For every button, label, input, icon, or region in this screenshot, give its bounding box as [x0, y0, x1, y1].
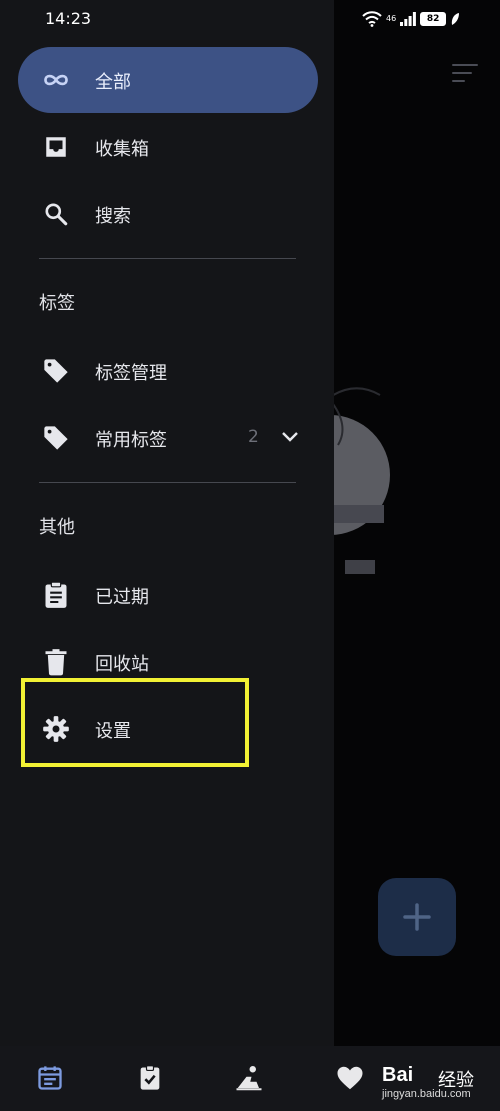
navigation-drawer: 全部 收集箱 搜索 标签 标签管理 常用标签 2 其他 已过期 回收站 设置 — [0, 0, 334, 1046]
tag-icon — [42, 357, 70, 385]
drawer-item-label: 搜索 — [95, 206, 131, 227]
battery-level: 82 — [420, 12, 447, 26]
add-button[interactable] — [378, 878, 456, 956]
nav-calendar[interactable] — [34, 1062, 66, 1094]
drawer-item-frequent-tags[interactable]: 常用标签 2 — [18, 405, 318, 471]
chevron-down-icon[interactable] — [280, 427, 300, 447]
drawer-item-search[interactable]: 搜索 — [18, 181, 318, 247]
nav-tasks[interactable] — [134, 1062, 166, 1094]
infinity-icon — [42, 66, 70, 94]
baidu-watermark: Bai 经验 jingyan.baidu.com — [382, 1058, 500, 1104]
section-header-tags: 标签 — [39, 293, 75, 314]
drawer-item-label: 已过期 — [95, 587, 149, 608]
meditation-icon — [236, 1066, 262, 1091]
divider — [39, 258, 296, 259]
nav-focus[interactable] — [233, 1062, 265, 1094]
drawer-item-expired[interactable]: 已过期 — [18, 562, 318, 628]
drawer-item-label: 标签管理 — [95, 363, 167, 384]
plus-icon — [403, 903, 431, 931]
drawer-item-tag-management[interactable]: 标签管理 — [18, 338, 318, 404]
search-icon — [42, 200, 70, 228]
status-icons: 46 82 — [362, 8, 460, 30]
filter-sort-icon[interactable] — [452, 64, 480, 86]
section-header-other: 其他 — [39, 517, 75, 538]
task-check-icon — [140, 1065, 160, 1090]
drawer-item-label: 收集箱 — [95, 139, 149, 160]
status-bar: 14:23 46 82 — [0, 0, 500, 38]
signal-icon — [400, 12, 417, 26]
nav-favorites[interactable] — [334, 1062, 366, 1094]
divider — [39, 482, 296, 483]
status-time: 14:23 — [45, 9, 92, 28]
inbox-icon — [42, 133, 70, 161]
network-type: 46 — [386, 14, 397, 23]
heart-icon — [337, 1066, 363, 1090]
drawer-item-label: 全部 — [95, 72, 131, 93]
clipboard-icon — [42, 581, 70, 609]
tag-count-badge: 2 — [248, 427, 259, 447]
drawer-item-inbox[interactable]: 收集箱 — [18, 114, 318, 180]
drawer-item-all[interactable]: 全部 — [18, 47, 318, 113]
trash-icon — [42, 648, 70, 676]
highlight-annotation-settings — [21, 678, 249, 767]
drawer-item-label: 回收站 — [95, 654, 149, 675]
watermark-url: jingyan.baidu.com — [382, 1088, 471, 1100]
watermark-brand: Bai — [382, 1064, 414, 1086]
wifi-icon — [362, 11, 382, 27]
calendar-icon — [38, 1066, 62, 1090]
tag-icon — [42, 424, 70, 452]
leaf-icon — [451, 13, 460, 25]
drawer-item-label: 常用标签 — [95, 430, 167, 451]
